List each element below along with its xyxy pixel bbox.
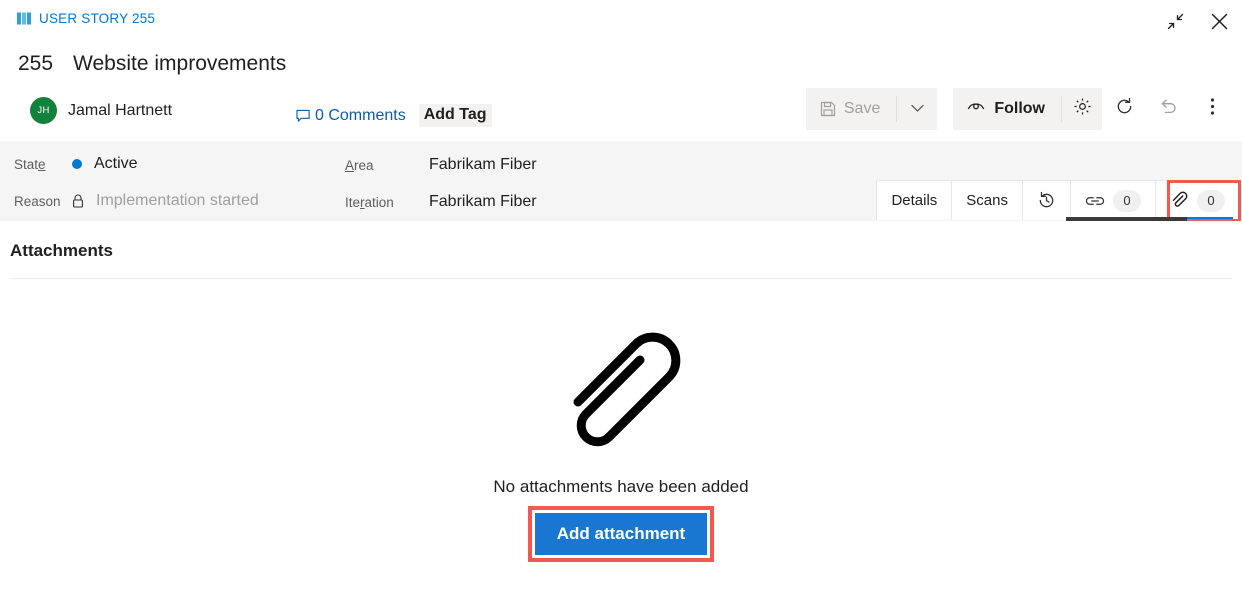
empty-state: No attachments have been added Add attac… (0, 305, 1242, 562)
field-area-label: Area (345, 157, 374, 173)
tab-details-label: Details (891, 192, 938, 209)
tab-scans[interactable]: Scans (952, 181, 1023, 220)
add-attachment-wrapper: Add attachment (527, 506, 715, 562)
work-item-title-row: 255 Website improvements (18, 52, 286, 76)
tab-attachments[interactable]: 0 (1156, 181, 1239, 220)
chevron-down-icon (911, 100, 924, 118)
work-item-type-breadcrumb: USER STORY 255 (17, 11, 155, 26)
field-iteration-value[interactable]: Fabrikam Fiber (429, 193, 537, 211)
save-button[interactable]: Save (806, 88, 896, 130)
user-story-icon (17, 12, 32, 25)
avatar: JH (30, 97, 57, 124)
tab-details[interactable]: Details (877, 181, 953, 220)
undo-icon (1159, 97, 1178, 121)
tab-attachments-count: 0 (1197, 189, 1225, 212)
empty-state-message: No attachments have been added (493, 477, 749, 496)
work-item-header: USER STORY 255 255 Website improvements … (0, 0, 1242, 141)
restore-down-button[interactable] (1160, 8, 1190, 34)
close-icon (1210, 12, 1229, 31)
tab-scans-label: Scans (966, 192, 1008, 209)
work-item-dialog: USER STORY 255 255 Website improvements … (0, 0, 1242, 603)
add-tag-button[interactable]: Add Tag (418, 104, 492, 127)
assignee-name: Jamal Hartnett (68, 101, 173, 119)
close-button[interactable] (1204, 8, 1234, 34)
field-reason-value: Implementation started (96, 192, 259, 209)
comment-bubble-icon (296, 109, 311, 123)
field-area: Area Fabrikam Fiber (345, 156, 537, 174)
tab-links-count: 0 (1113, 189, 1141, 212)
field-state: State Active (14, 155, 138, 173)
save-group: Save (805, 88, 938, 130)
large-paperclip-icon (556, 305, 686, 455)
comments-link[interactable]: 0 Comments (315, 107, 406, 125)
field-state-value[interactable]: Active (94, 155, 138, 173)
link-chain-icon (1085, 194, 1105, 208)
work-item-tab-bar: Details Scans 0 0 (876, 180, 1240, 220)
field-area-value[interactable]: Fabrikam Fiber (429, 156, 537, 174)
save-disk-icon (820, 101, 836, 117)
work-item-id: 255 (18, 52, 54, 75)
state-status-dot (72, 159, 82, 169)
window-controls (1160, 8, 1234, 34)
refresh-icon (1115, 97, 1134, 121)
assigned-to[interactable]: JH Jamal Hartnett (30, 97, 172, 124)
tab-links[interactable]: 0 (1071, 181, 1156, 220)
field-reason: Reason Implementation started (14, 192, 259, 210)
attachments-panel: Attachments No attachments have been add… (0, 221, 1242, 603)
field-iteration: Iteration Fabrikam Fiber (345, 193, 537, 211)
history-clock-icon (1037, 191, 1056, 210)
work-item-title[interactable]: Website improvements (73, 52, 286, 76)
work-item-type-label: USER STORY 255 (39, 11, 156, 26)
comments-and-tags: 0 Comments Add Tag (296, 104, 492, 127)
tab-history[interactable] (1023, 181, 1071, 220)
lock-icon (72, 194, 84, 208)
add-attachment-button[interactable]: Add attachment (534, 513, 708, 555)
follow-button[interactable]: Follow (953, 88, 1061, 130)
save-dropdown-button[interactable] (897, 88, 937, 130)
gear-icon (1073, 97, 1092, 121)
field-reason-label: Reason (14, 193, 61, 209)
follow-label: Follow (994, 100, 1045, 117)
save-label: Save (843, 100, 881, 117)
section-divider (10, 278, 1232, 279)
refresh-button[interactable] (1102, 88, 1146, 130)
field-iteration-label: Iteration (345, 194, 394, 210)
restore-down-icon (1167, 13, 1184, 30)
settings-button[interactable] (1062, 88, 1102, 130)
field-state-label: State (14, 156, 46, 172)
work-item-toolbar: Save Follow (805, 88, 1234, 130)
eye-icon (967, 100, 985, 118)
more-actions-button[interactable] (1190, 88, 1234, 130)
more-vertical-icon (1210, 97, 1215, 121)
page-title: Attachments (10, 241, 113, 260)
undo-button[interactable] (1146, 88, 1190, 130)
follow-group: Follow (953, 88, 1102, 130)
paperclip-icon (1170, 191, 1189, 210)
